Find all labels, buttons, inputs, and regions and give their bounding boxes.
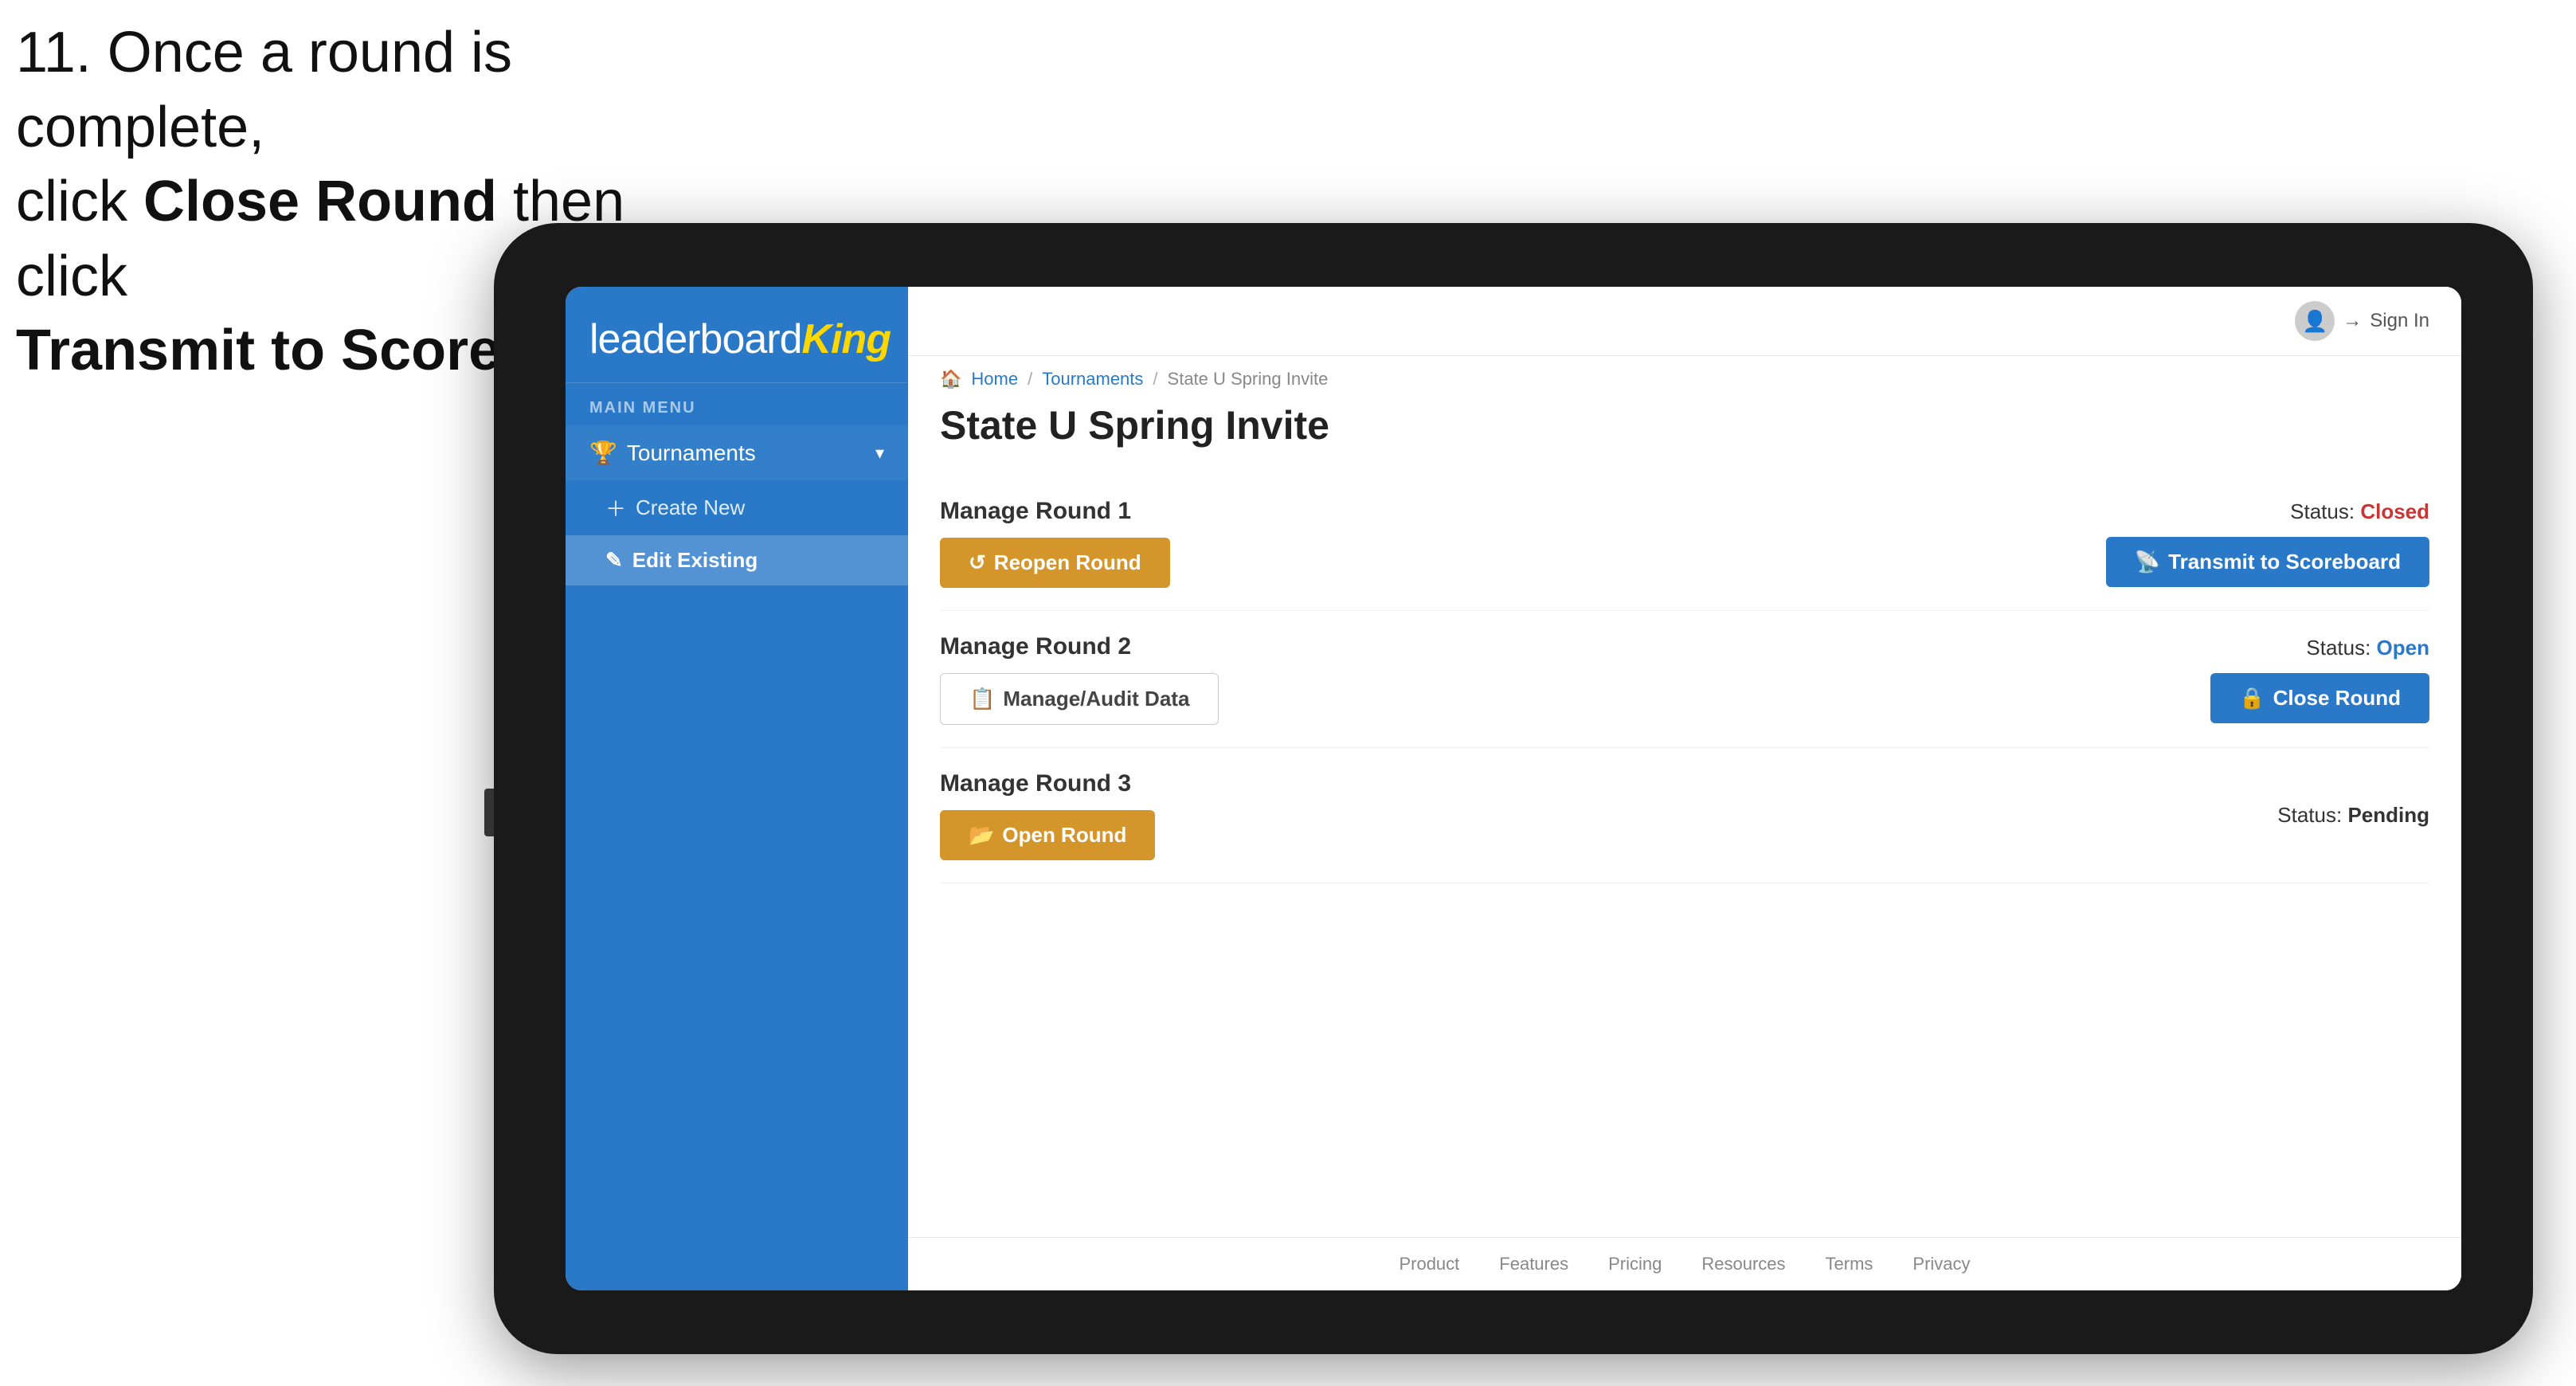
sidebar-item-create-new[interactable]: ＋ Create New [566, 480, 908, 535]
breadcrumb-tournaments[interactable]: Tournaments [1042, 369, 1143, 390]
lock-icon: 🔒 [2239, 686, 2265, 711]
main-content: 👤 → Sign In 🏠 Home / Tournaments / State… [908, 287, 2461, 1290]
round-3-status-value: Pending [2347, 803, 2429, 827]
reopen-label: Reopen Round [994, 550, 1141, 575]
tablet-shell: leaderboardKing MAIN MENU 🏆 Tournaments … [494, 223, 2533, 1354]
round-3-title: Manage Round 3 [940, 770, 1155, 797]
tablet-screen: leaderboardKing MAIN MENU 🏆 Tournaments … [566, 287, 2461, 1290]
round-1-left: Manage Round 1 ↺ Reopen Round [940, 498, 1170, 588]
logo-area: leaderboardKing [566, 287, 908, 383]
sign-in-label: → [2343, 310, 2362, 332]
user-avatar: 👤 [2295, 301, 2335, 341]
round-1-right: Status: Closed 📡 Transmit to Scoreboard [2106, 499, 2429, 587]
transmit-label: Transmit to Scoreboard [2168, 550, 2401, 574]
round-2-section: Manage Round 2 📋 Manage/Audit Data Statu… [940, 611, 2429, 748]
breadcrumb-current: State U Spring Invite [1168, 369, 1329, 390]
round-1-section: Manage Round 1 ↺ Reopen Round Status: Cl… [940, 476, 2429, 611]
footer-resources[interactable]: Resources [1701, 1254, 1785, 1274]
sidebar: leaderboardKing MAIN MENU 🏆 Tournaments … [566, 287, 908, 1290]
app-logo: leaderboardKing [589, 315, 884, 363]
close-round-button[interactable]: 🔒 Close Round [2210, 673, 2429, 723]
round-2-status-value: Open [2377, 636, 2429, 660]
edit-existing-label: Edit Existing [632, 548, 758, 573]
footer-pricing[interactable]: Pricing [1608, 1254, 1662, 1274]
reopen-round-button[interactable]: ↺ Reopen Round [940, 538, 1170, 588]
page-title: State U Spring Invite [940, 402, 2429, 448]
breadcrumb: 🏠 Home / Tournaments / State U Spring In… [908, 356, 2461, 396]
open-icon: 📂 [969, 823, 994, 848]
rounds-content: Manage Round 1 ↺ Reopen Round Status: Cl… [908, 468, 2461, 1237]
footer-terms[interactable]: Terms [1826, 1254, 1873, 1274]
transmit-scoreboard-button[interactable]: 📡 Transmit to Scoreboard [2106, 537, 2429, 587]
breadcrumb-sep-2: / [1153, 369, 1157, 390]
instruction-bold1: Close Round [143, 170, 497, 233]
footer: Product Features Pricing Resources Terms… [908, 1237, 2461, 1290]
sidebar-sub-items: ＋ Create New ✎ Edit Existing [566, 480, 908, 585]
round-3-status: Status: Pending [2277, 803, 2429, 828]
sidebar-tournaments-label: Tournaments [627, 440, 756, 466]
instruction-line2: click [16, 170, 143, 233]
round-2-status: Status: Open [2306, 636, 2429, 660]
plus-icon: ＋ [605, 493, 626, 523]
menu-label: MAIN MENU [566, 383, 908, 425]
footer-privacy[interactable]: Privacy [1912, 1254, 1970, 1274]
open-round-label: Open Round [1002, 823, 1126, 848]
breadcrumb-home-icon: 🏠 [940, 369, 961, 390]
sidebar-item-edit-existing[interactable]: ✎ Edit Existing [566, 535, 908, 585]
open-round-button[interactable]: 📂 Open Round [940, 810, 1155, 860]
footer-product[interactable]: Product [1399, 1254, 1459, 1274]
breadcrumb-sep-1: / [1028, 369, 1032, 390]
page-title-area: State U Spring Invite [908, 396, 2461, 468]
trophy-icon: 🏆 [589, 440, 617, 466]
edit-icon: ✎ [605, 548, 623, 573]
round-2-right: Status: Open 🔒 Close Round [2210, 636, 2429, 723]
round-1-title: Manage Round 1 [940, 498, 1170, 525]
breadcrumb-home[interactable]: Home [971, 369, 1018, 390]
close-round-label: Close Round [2273, 686, 2401, 711]
round-3-right: Status: Pending [2277, 803, 2429, 828]
chevron-down-icon: ▾ [875, 443, 884, 464]
round-2-left: Manage Round 2 📋 Manage/Audit Data [940, 633, 1219, 725]
instruction-line1: 11. Once a round is complete, [16, 21, 512, 159]
manage-audit-button[interactable]: 📋 Manage/Audit Data [940, 673, 1219, 725]
round-1-status: Status: Closed [2290, 499, 2429, 524]
footer-features[interactable]: Features [1499, 1254, 1568, 1274]
sidebar-item-tournaments[interactable]: 🏆 Tournaments ▾ [566, 425, 908, 480]
sign-in-button[interactable]: 👤 → Sign In [2295, 301, 2429, 341]
round-2-title: Manage Round 2 [940, 633, 1219, 660]
create-new-label: Create New [636, 495, 745, 520]
manage-audit-label: Manage/Audit Data [1003, 687, 1189, 711]
sign-in-text: Sign In [2370, 310, 2429, 332]
transmit-icon: 📡 [2135, 550, 2160, 574]
round-3-left: Manage Round 3 📂 Open Round [940, 770, 1155, 860]
top-bar: 👤 → Sign In [908, 287, 2461, 356]
round-1-status-value: Closed [2360, 499, 2429, 523]
round-3-section: Manage Round 3 📂 Open Round Status: Pend… [940, 748, 2429, 883]
data-icon: 📋 [969, 687, 995, 711]
reopen-icon: ↺ [969, 550, 986, 575]
